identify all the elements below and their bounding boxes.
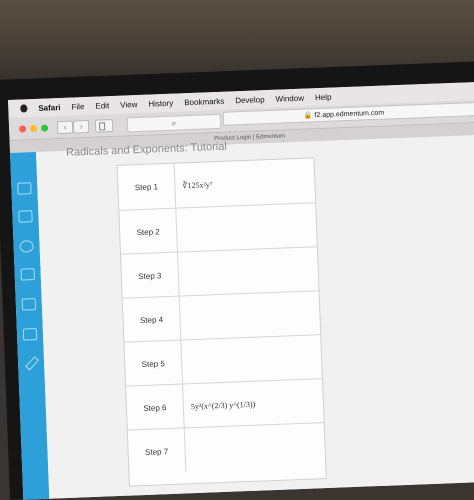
forward-button[interactable]: › [72,119,90,134]
menu-help[interactable]: Help [315,92,332,102]
back-button[interactable]: ‹ [56,120,74,135]
steps-table: Step 1 ∛125x²y⁷ Step 2 Step 3 Step 4 Ste… [116,157,327,487]
menu-develop[interactable]: Develop [235,95,265,105]
toolbar-icon[interactable] [17,182,32,195]
step-label: Step 5 [124,340,184,387]
step-expression[interactable] [188,340,190,384]
audio-icon[interactable] [19,240,34,253]
step-label: Step 6 [126,384,185,431]
menu-view[interactable]: View [120,100,138,110]
menu-file[interactable]: File [71,102,84,111]
step-label: Step 1 [117,163,177,210]
step-expression[interactable] [187,296,189,340]
step-label: Step 4 [122,296,182,343]
search-icon[interactable]: ⌕ [126,113,222,133]
step-expression[interactable] [192,428,194,472]
menu-history[interactable]: History [148,98,173,108]
address-text: f2.app.edmentum.com [314,109,385,120]
calculator-icon[interactable] [21,298,37,311]
sidebar-toggle-icon[interactable] [94,118,114,133]
screen: Safari File Edit View History Bookmarks … [8,81,474,500]
step-expression: 5y²(x^(2/3) y^(1/3)) [190,399,256,411]
graph-icon[interactable] [22,328,38,341]
step-expression: ∛125x²y⁷ [182,179,213,190]
step-row[interactable]: Step 7 [127,422,326,475]
lock-icon: 🔒 [303,112,313,120]
lesson-page: Radicals and Exponents: Tutorial Step 1 … [36,134,474,500]
step-row: Step 1 ∛125x²y⁷ [117,158,316,210]
menu-window[interactable]: Window [275,93,304,103]
pencil-icon[interactable] [25,356,40,371]
menu-app-name[interactable]: Safari [38,102,61,112]
toolbar-icon[interactable] [18,210,33,223]
menu-bookmarks[interactable]: Bookmarks [184,96,224,107]
close-window-button[interactable] [18,125,27,133]
keyboard-icon[interactable] [20,268,35,281]
step-expression[interactable] [183,208,185,252]
step-label: Step 2 [119,208,178,255]
step-label: Step 3 [121,252,180,299]
minimize-window-button[interactable] [29,124,38,133]
apple-icon[interactable] [20,104,28,113]
menu-edit[interactable]: Edit [95,101,109,111]
step-label: Step 7 [127,428,187,475]
maximize-window-button[interactable] [40,124,49,132]
step-expression[interactable] [185,252,187,296]
